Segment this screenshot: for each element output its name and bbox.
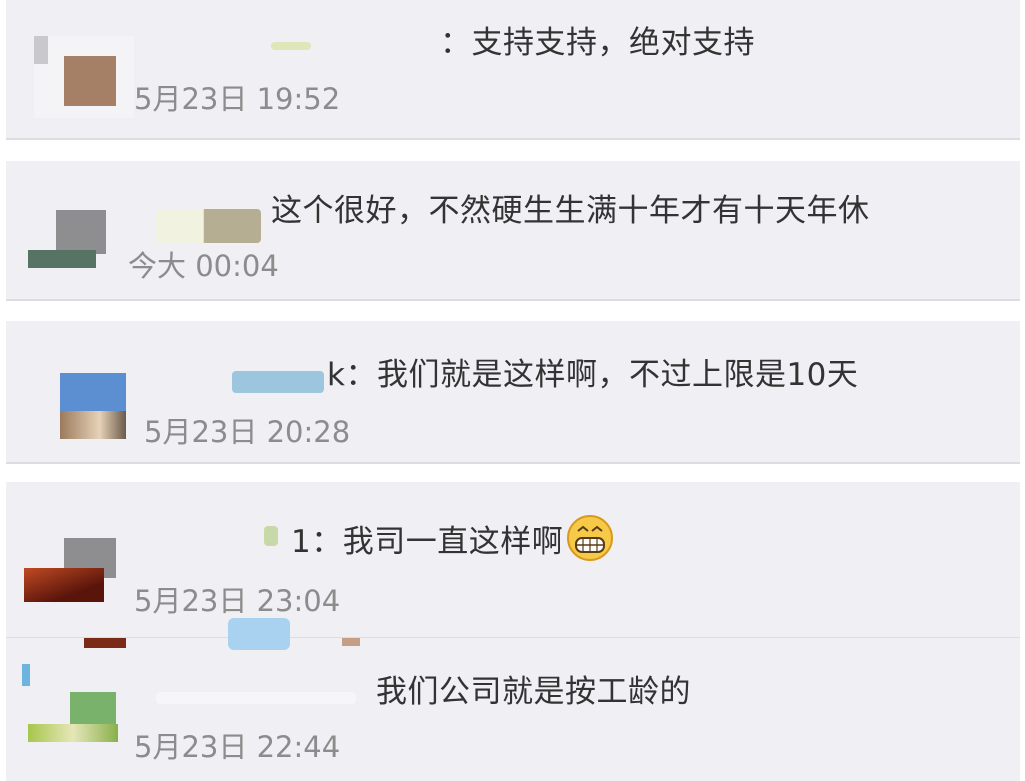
comment-timestamp: 今大 00:04 [128,249,279,283]
user-avatar[interactable] [22,662,122,748]
username-blurred[interactable] [156,209,261,243]
blurred-fragment [228,618,290,650]
blurred-fragment [84,638,126,648]
comment-item: ：支持支持，绝对支持 5月23日 19:52 [6,0,1020,140]
username-blurred[interactable] [264,526,278,546]
user-avatar[interactable] [28,206,118,270]
comment-item: 这个很好，不然硬生生满十年才有十天年休 今大 00:04 [6,161,1020,301]
comment-timestamp: 5月23日 22:44 [134,730,341,764]
comment-item: 我们公司就是按工龄的 5月23日 22:44 [6,618,1020,781]
blurred-fragment [342,638,360,646]
comment-text: ：支持支持，绝对支持 [440,25,755,61]
grinning-face-icon [567,515,614,561]
comment-item: k：我们就是这样啊，不过上限是10天 5月23日 20:28 [6,321,1020,464]
username-blurred[interactable] [156,692,356,704]
comment-timestamp: 5月23日 23:04 [134,584,341,618]
comment-timestamp: 5月23日 19:52 [134,82,341,116]
comment-timestamp: 5月23日 20:28 [144,415,351,449]
user-avatar[interactable] [24,532,124,604]
comment-text: 我们公司就是按工龄的 [376,674,691,710]
comment-text-content: 1：我司一直这样啊 [291,524,564,560]
username-blurred[interactable] [232,371,324,393]
comment-text: 这个很好，不然硬生生满十年才有十天年休 [271,193,870,229]
user-avatar[interactable] [60,373,126,439]
comment-text: k：我们就是这样啊，不过上限是10天 [327,357,859,393]
comment-item: 1：我司一直这样啊 5月23日 23:04 [6,482,1020,638]
username-blurred[interactable] [271,42,311,50]
user-avatar[interactable] [34,36,134,118]
comment-text: 1：我司一直这样啊 [291,514,614,562]
